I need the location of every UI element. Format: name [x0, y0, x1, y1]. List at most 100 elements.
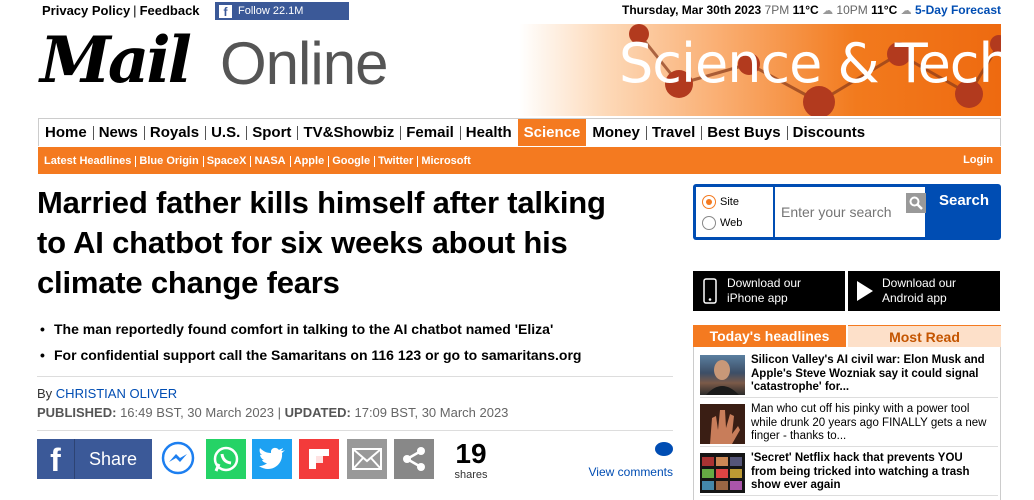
android-app-button[interactable]: Download our Android app: [848, 271, 1000, 311]
divider: [37, 430, 673, 431]
headline-text: 'Secret' Netflix hack that prevents YOU …: [751, 452, 970, 491]
more-share-button[interactable]: [394, 439, 434, 479]
subnav-item-microsoft[interactable]: Microsoft: [417, 155, 475, 167]
article-summary: The man reportedly found comfort in talk…: [40, 316, 680, 368]
android-app-label: Download our Android app: [882, 276, 956, 306]
weather-widget: Thursday, Mar 30th 2023 7PM 11°C ☁ 10PM …: [622, 3, 1001, 17]
article-headline: Married father kills himself after talki…: [37, 185, 606, 300]
nav-item-money[interactable]: Money: [586, 119, 646, 146]
subnav-item-google[interactable]: Google: [328, 155, 374, 167]
nav-item-discounts[interactable]: Discounts: [786, 119, 872, 146]
facebook-icon: f: [219, 4, 232, 19]
channel-title: Science & Tech: [619, 32, 1001, 95]
web-radio[interactable]: Web: [702, 216, 742, 230]
masthead: Mail Online Science & Tech: [38, 24, 1001, 116]
forecast-time-1: 7PM: [764, 3, 790, 17]
messenger-share-button[interactable]: [158, 439, 198, 479]
tab-most-read[interactable]: Most Read: [848, 325, 1001, 347]
comment-bubble-icon: [655, 442, 673, 456]
whatsapp-share-button[interactable]: [206, 439, 246, 479]
subnav-item-latest-headlines[interactable]: Latest Headlines: [40, 155, 135, 167]
nav-item-news[interactable]: News: [92, 119, 144, 146]
facebook-follow-button[interactable]: f Follow 22.1M: [215, 2, 349, 20]
cloud-icon: ☁: [900, 5, 912, 17]
summary-bullet: For confidential support call the Samari…: [40, 342, 680, 368]
logo-mail[interactable]: Mail: [40, 26, 192, 96]
follow-count: Follow 22.1M: [238, 5, 304, 17]
email-share-button[interactable]: [347, 439, 387, 479]
subnav-item-nasa[interactable]: NASA: [250, 155, 289, 167]
site-radio[interactable]: Site: [702, 195, 739, 209]
subnav-item-twitter[interactable]: Twitter: [374, 155, 417, 167]
facebook-share-button[interactable]: f Share: [37, 439, 152, 479]
headline-thumbnail: [700, 453, 745, 493]
web-radio-label: Web: [720, 217, 743, 229]
share-icon: [403, 447, 425, 471]
search-scope: Site Web: [696, 187, 773, 237]
facebook-icon: f: [37, 439, 75, 479]
nav-item-health[interactable]: Health: [459, 119, 518, 146]
published-label: PUBLISHED:: [37, 405, 117, 420]
iphone-app-label: Download our iPhone app: [727, 276, 801, 306]
nav-item-home[interactable]: Home: [39, 119, 93, 146]
search-icon[interactable]: [906, 193, 926, 213]
headline-item[interactable]: 'Secret' Netflix hack that prevents YOU …: [700, 449, 998, 496]
headline-item[interactable]: Man who cut off his pinky with a power t…: [700, 400, 998, 447]
iphone-icon: [693, 278, 727, 304]
updated-date: 17:09 BST, 30 March 2023: [354, 405, 509, 420]
tab-todays-headlines[interactable]: Today's headlines: [693, 325, 846, 347]
utility-links: Privacy Policy | Feedback: [42, 3, 200, 18]
iphone-line-2: iPhone app: [727, 291, 788, 305]
forecast-time-2: 10PM: [836, 3, 868, 17]
radio-dot: [702, 195, 716, 209]
nav-item-tv-showbiz[interactable]: TV&Showbiz: [297, 119, 400, 146]
main-nav-list: Home News Royals U.S. Sport TV&Showbiz Femail H…: [39, 119, 1000, 146]
iphone-app-button[interactable]: Download our iPhone app: [693, 271, 845, 311]
logo-online[interactable]: Online: [220, 32, 388, 96]
current-date: Thursday, Mar 30th 2023: [622, 3, 762, 17]
privacy-policy-link[interactable]: Privacy Policy: [42, 3, 130, 18]
login-link[interactable]: Login: [963, 154, 993, 166]
five-day-forecast-link[interactable]: 5-Day Forecast: [915, 3, 1001, 17]
search-input[interactable]: [775, 187, 925, 237]
published-date: 16:49 BST, 30 March 2023: [120, 405, 275, 420]
flipboard-icon: [309, 449, 329, 469]
channel-banner: Science & Tech: [519, 24, 1001, 116]
subnav-item-blue-origin[interactable]: Blue Origin: [135, 155, 202, 167]
view-comments-link[interactable]: View comments: [583, 439, 673, 479]
main-nav: Home News Royals U.S. Sport TV&Showbiz Femail H…: [38, 118, 1001, 146]
nav-item-best-buys[interactable]: Best Buys: [701, 119, 786, 146]
summary-bullet: The man reportedly found comfort in talk…: [40, 316, 680, 342]
subnav-item-spacex[interactable]: SpaceX: [202, 155, 251, 167]
twitter-share-button[interactable]: [252, 439, 292, 479]
site-radio-label: Site: [720, 196, 739, 208]
nav-item-femail[interactable]: Femail: [400, 119, 460, 146]
headline-text: Man who cut off his pinky with a power t…: [751, 403, 987, 442]
author-link[interactable]: CHRISTIAN OLIVER: [56, 386, 177, 401]
twitter-icon: [259, 447, 285, 469]
headline-thumbnail: [700, 404, 745, 444]
iphone-line-1: Download our: [727, 276, 802, 290]
subnav-item-apple[interactable]: Apple: [289, 155, 329, 167]
nav-item-travel[interactable]: Travel: [645, 119, 701, 146]
nav-item-science[interactable]: Science: [517, 119, 587, 146]
byline-prefix: By: [37, 386, 53, 401]
flipboard-share-button[interactable]: [299, 439, 339, 479]
updated-label: UPDATED:: [284, 405, 351, 420]
date-separator: |: [277, 405, 282, 420]
article-dates: PUBLISHED: 16:49 BST, 30 March 2023 | UP…: [37, 405, 508, 420]
nav-item-u-s[interactable]: U.S.: [205, 119, 246, 146]
sub-nav-list: Latest Headlines Blue Origin SpaceX NASA App…: [38, 147, 1001, 174]
feedback-link[interactable]: Feedback: [140, 3, 200, 18]
forecast-temp-1: 11°C: [792, 3, 819, 17]
headline-item[interactable]: Silicon Valley's AI civil war: Elon Musk…: [700, 351, 998, 398]
nav-item-royals[interactable]: Royals: [143, 119, 205, 146]
search-button[interactable]: Search: [927, 184, 1001, 240]
nav-item-sport[interactable]: Sport: [246, 119, 297, 146]
headline-text: Silicon Valley's AI civil war: Elon Musk…: [751, 354, 985, 393]
sub-nav: Latest Headlines Blue Origin SpaceX NASA App…: [38, 147, 1001, 174]
search-box: Site Web Search: [693, 184, 1001, 240]
headlines-list: Silicon Valley's AI civil war: Elon Musk…: [693, 347, 1001, 500]
headline-thumbnail: [700, 355, 745, 395]
divider: [37, 376, 673, 377]
